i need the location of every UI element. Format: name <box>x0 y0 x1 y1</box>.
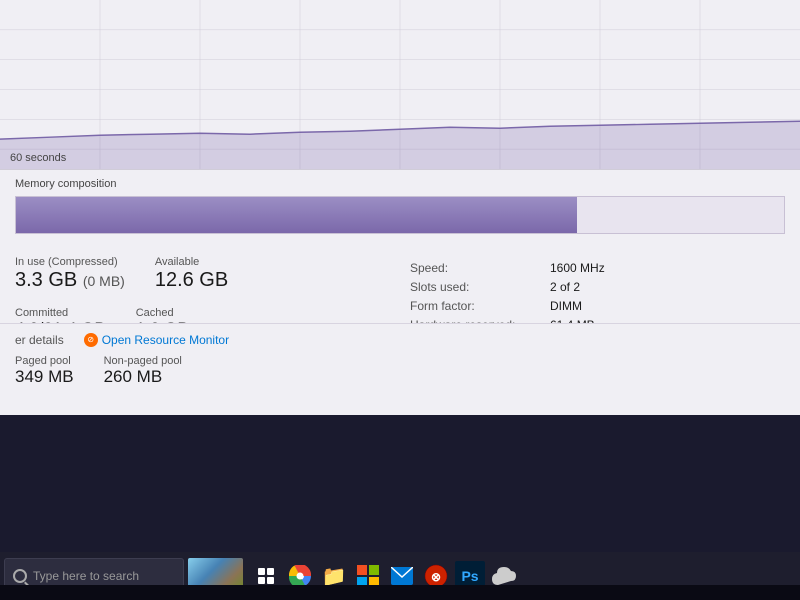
speed-row: Speed: 1600 MHz <box>410 261 785 275</box>
graph-time-label: 60 seconds <box>10 152 66 164</box>
slots-row: Slots used: 2 of 2 <box>410 280 785 294</box>
paged-pool-value: 349 MB <box>15 368 74 387</box>
open-resource-monitor-link[interactable]: ⊘ Open Resource Monitor <box>84 333 229 347</box>
form-factor-value: DIMM <box>550 299 582 313</box>
in-use-available-row: In use (Compressed) 3.3 GB (0 MB) Availa… <box>15 256 390 299</box>
paged-pool-stat: Paged pool 349 MB <box>15 355 74 387</box>
cached-label: Cached <box>136 307 189 319</box>
ps-icon: Ps <box>461 568 478 584</box>
bottom-links-bar: er details ⊘ Open Resource Monitor <box>0 323 800 355</box>
available-label: Available <box>155 256 228 268</box>
non-paged-pool-label: Non-paged pool <box>104 355 182 367</box>
composition-title: Memory composition <box>15 178 785 190</box>
slots-value: 2 of 2 <box>550 280 580 294</box>
in-use-label: In use (Compressed) <box>15 256 125 268</box>
bottom-dark-edge <box>0 585 800 600</box>
task-manager-memory-panel: 60 seconds Memory composition In use (Co… <box>0 0 800 415</box>
search-placeholder-text: Type here to search <box>33 569 139 583</box>
available-stat: Available 12.6 GB <box>155 256 228 291</box>
speed-value: 1600 MHz <box>550 261 605 275</box>
details-link-text: er details <box>15 333 64 347</box>
memory-graph-svg <box>0 0 800 169</box>
form-factor-label: Form factor: <box>410 299 550 313</box>
pool-row: Paged pool 349 MB Non-paged pool 260 MB <box>15 355 390 395</box>
search-icon <box>13 569 27 583</box>
available-value: 12.6 GB <box>155 269 228 291</box>
composition-section: Memory composition <box>0 170 800 244</box>
memory-graph-area: 60 seconds <box>0 0 800 170</box>
paged-pool-label: Paged pool <box>15 355 74 367</box>
resource-monitor-icon: ⊘ <box>84 333 98 347</box>
form-factor-row: Form factor: DIMM <box>410 299 785 313</box>
non-paged-pool-stat: Non-paged pool 260 MB <box>104 355 182 387</box>
in-use-value: 3.3 GB (0 MB) <box>15 269 125 291</box>
composition-bar-fill <box>16 197 577 233</box>
svg-text:⊗: ⊗ <box>431 570 441 584</box>
in-use-stat: In use (Compressed) 3.3 GB (0 MB) <box>15 256 125 291</box>
non-paged-pool-value: 260 MB <box>104 368 182 387</box>
committed-label: Committed <box>15 307 106 319</box>
composition-bar <box>15 196 785 234</box>
slots-label: Slots used: <box>410 280 550 294</box>
speed-label: Speed: <box>410 261 550 275</box>
